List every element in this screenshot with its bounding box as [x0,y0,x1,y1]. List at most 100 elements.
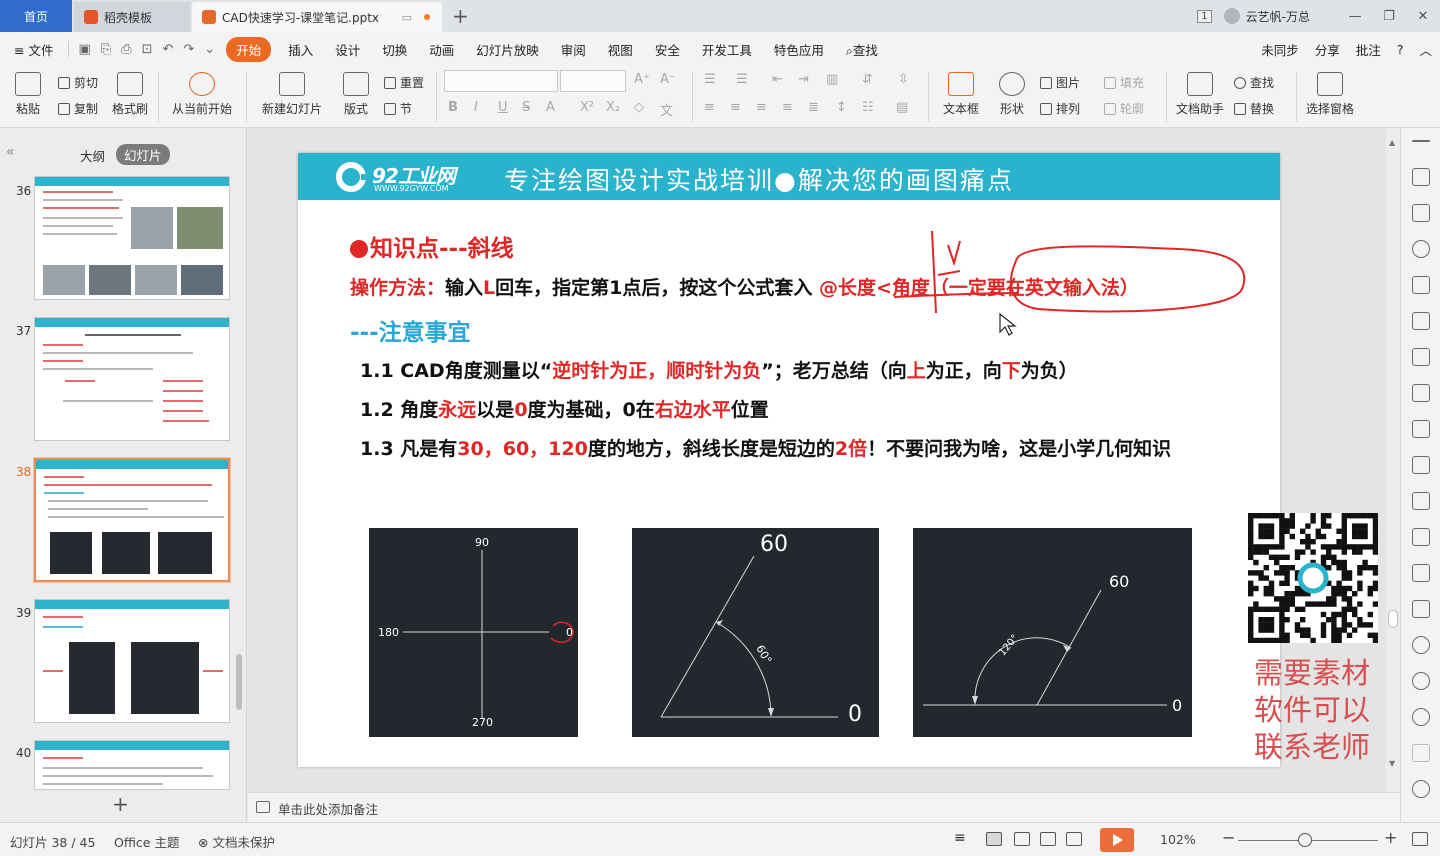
shape-button[interactable]: 形状 [994,72,1030,117]
zoom-in-button[interactable]: + [1384,828,1397,847]
window-count-badge[interactable]: 1 [1197,9,1212,23]
file-menu[interactable]: ≡ 文件 [0,40,64,59]
tab-start[interactable]: 开始 [226,36,272,62]
undo-icon[interactable]: ↶ [157,42,178,57]
audio-icon[interactable] [1412,600,1430,618]
close-button[interactable]: ✕ [1406,9,1440,24]
output-icon[interactable]: ⎘ [96,42,116,57]
play-slideshow-button[interactable] [1100,828,1134,852]
star-icon[interactable] [1412,168,1430,186]
scroll-down-icon[interactable]: ▼ [1389,759,1395,768]
tab-developer[interactable]: 开发工具 [691,40,763,59]
scroll-up-icon[interactable]: ▲ [1389,138,1395,147]
tab-screen-icon[interactable]: ▭ [402,11,412,24]
help-icon[interactable] [1412,708,1430,726]
tab-features[interactable]: 特色应用 [763,40,835,59]
replace-button[interactable]: 替换 [1234,100,1274,117]
bold-icon[interactable]: B [448,100,458,115]
arrange-button[interactable]: 排列 [1040,100,1080,117]
slide-thumbnail-36[interactable] [34,176,230,300]
subscript-icon[interactable]: X₂ [606,100,620,115]
tab-view[interactable]: 视图 [597,40,644,59]
decrease-font-icon[interactable]: A⁻ [660,72,676,87]
print-icon[interactable]: ⎙ [116,42,136,57]
export-icon[interactable] [1412,492,1430,510]
clear-format-icon[interactable]: ◇ [634,100,644,115]
zoom-level[interactable]: 102% [1160,832,1196,847]
distribute-icon[interactable]: ≣ [808,100,819,115]
paste-button[interactable]: 粘贴 [10,72,46,117]
paragraph-spacing-icon[interactable]: ☷ [862,100,874,115]
slide-thumbnail-38[interactable] [34,458,230,582]
cut-button[interactable]: 剪切 [58,74,98,91]
reset-button[interactable]: 重置 [384,74,424,91]
tab-document[interactable]: CAD快速学习-课堂笔记.pptx ▭ [192,2,442,32]
decrease-indent-icon[interactable]: ⇤ [772,72,783,87]
scroll-thumb[interactable] [1388,610,1398,628]
align-center-icon[interactable]: ≡ [730,100,741,115]
history-icon[interactable] [1412,672,1430,690]
gallery-icon[interactable] [1412,564,1430,582]
increase-font-icon[interactable]: A⁺ [634,72,650,87]
align-right-icon[interactable]: ≡ [756,100,767,115]
notes-bar[interactable]: 单击此处添加备注 [248,792,1400,822]
new-slide-button[interactable]: 新建幻灯片 [256,72,328,117]
share-button[interactable]: 分享 [1307,40,1348,59]
align-left-icon[interactable]: ≡ [704,100,715,115]
tab-transition[interactable]: 切换 [371,40,418,59]
table-icon[interactable] [1412,312,1430,330]
image-icon[interactable] [1412,456,1430,474]
zoom-slider-handle[interactable] [1298,833,1312,847]
paragraph-settings-icon[interactable]: ▤ [896,100,908,115]
reading-view-icon[interactable] [1040,832,1056,846]
strikethrough-icon[interactable]: S [522,100,530,115]
line-spacing-icon[interactable]: ↕ [836,100,847,115]
minimize-button[interactable]: — [1338,9,1372,24]
preview-icon[interactable]: ⊡ [137,42,158,57]
columns-icon[interactable]: ▥ [826,72,838,87]
tab-outline[interactable]: 大纲 [80,146,105,165]
notes-placeholder[interactable]: 单击此处添加备注 [278,799,378,818]
increase-indent-icon[interactable]: ⇥ [798,72,809,87]
align-text-icon[interactable]: ⇳ [898,72,909,87]
add-slide-button[interactable]: + [112,792,129,816]
collapse-ribbon-button[interactable]: ︿ [1411,40,1440,59]
sorter-view-icon[interactable] [1014,832,1030,846]
theme-name[interactable]: Office 主题 [114,832,179,851]
char-spacing-icon[interactable]: 文 [660,100,673,119]
textbox-button[interactable]: 文本框 [938,72,984,117]
tab-animation[interactable]: 动画 [418,40,465,59]
quick-access-dropdown-icon[interactable]: ⌄ [199,42,220,57]
comment-button[interactable]: 批注 [1348,40,1389,59]
text-direction-icon[interactable]: ⇵ [862,72,873,87]
theme-icon[interactable] [1412,276,1430,294]
tab-template[interactable]: 稻壳模板 [74,2,190,32]
search-button[interactable]: ⌕查找 [835,40,889,59]
select-pane-button[interactable]: 选择窗格 [1304,72,1356,117]
tab-home[interactable]: 首页 [0,0,72,32]
bullet-list-icon[interactable]: ☰ [704,72,716,87]
current-slide[interactable]: 92工业网 WWW.92GYW.COM 专注绘图设计实战培训●解决您的画图痛点 … [298,153,1280,767]
redo-icon[interactable]: ↷ [178,42,199,57]
cube-icon[interactable] [1412,744,1430,762]
tab-security[interactable]: 安全 [644,40,691,59]
restore-button[interactable]: ❐ [1372,9,1406,24]
doc-assistant-button[interactable]: 文档助手 [1174,72,1226,117]
chart-icon[interactable] [1412,384,1430,402]
italic-icon[interactable]: I [474,100,478,115]
shapes-icon[interactable] [1412,240,1430,258]
section-button[interactable]: 节 [384,100,412,117]
outline-button[interactable]: 轮廓 [1104,100,1144,117]
sidebar-menu-icon[interactable] [1412,140,1430,142]
slide-thumbnail-37[interactable] [34,317,230,441]
avatar[interactable] [1223,8,1240,24]
font-color-icon[interactable]: A [546,100,555,115]
slide-thumbnail-39[interactable] [34,599,230,723]
copy-button[interactable]: 复制 [58,100,98,117]
slide-thumbnail-40[interactable] [34,740,230,790]
compass-icon[interactable] [1412,780,1430,798]
picture-button[interactable]: 图片 [1040,74,1080,91]
notes-toggle-icon[interactable]: ≡ [954,830,970,846]
tab-slides[interactable]: 幻灯片 [116,144,170,165]
new-tab-button[interactable]: + [452,4,469,28]
